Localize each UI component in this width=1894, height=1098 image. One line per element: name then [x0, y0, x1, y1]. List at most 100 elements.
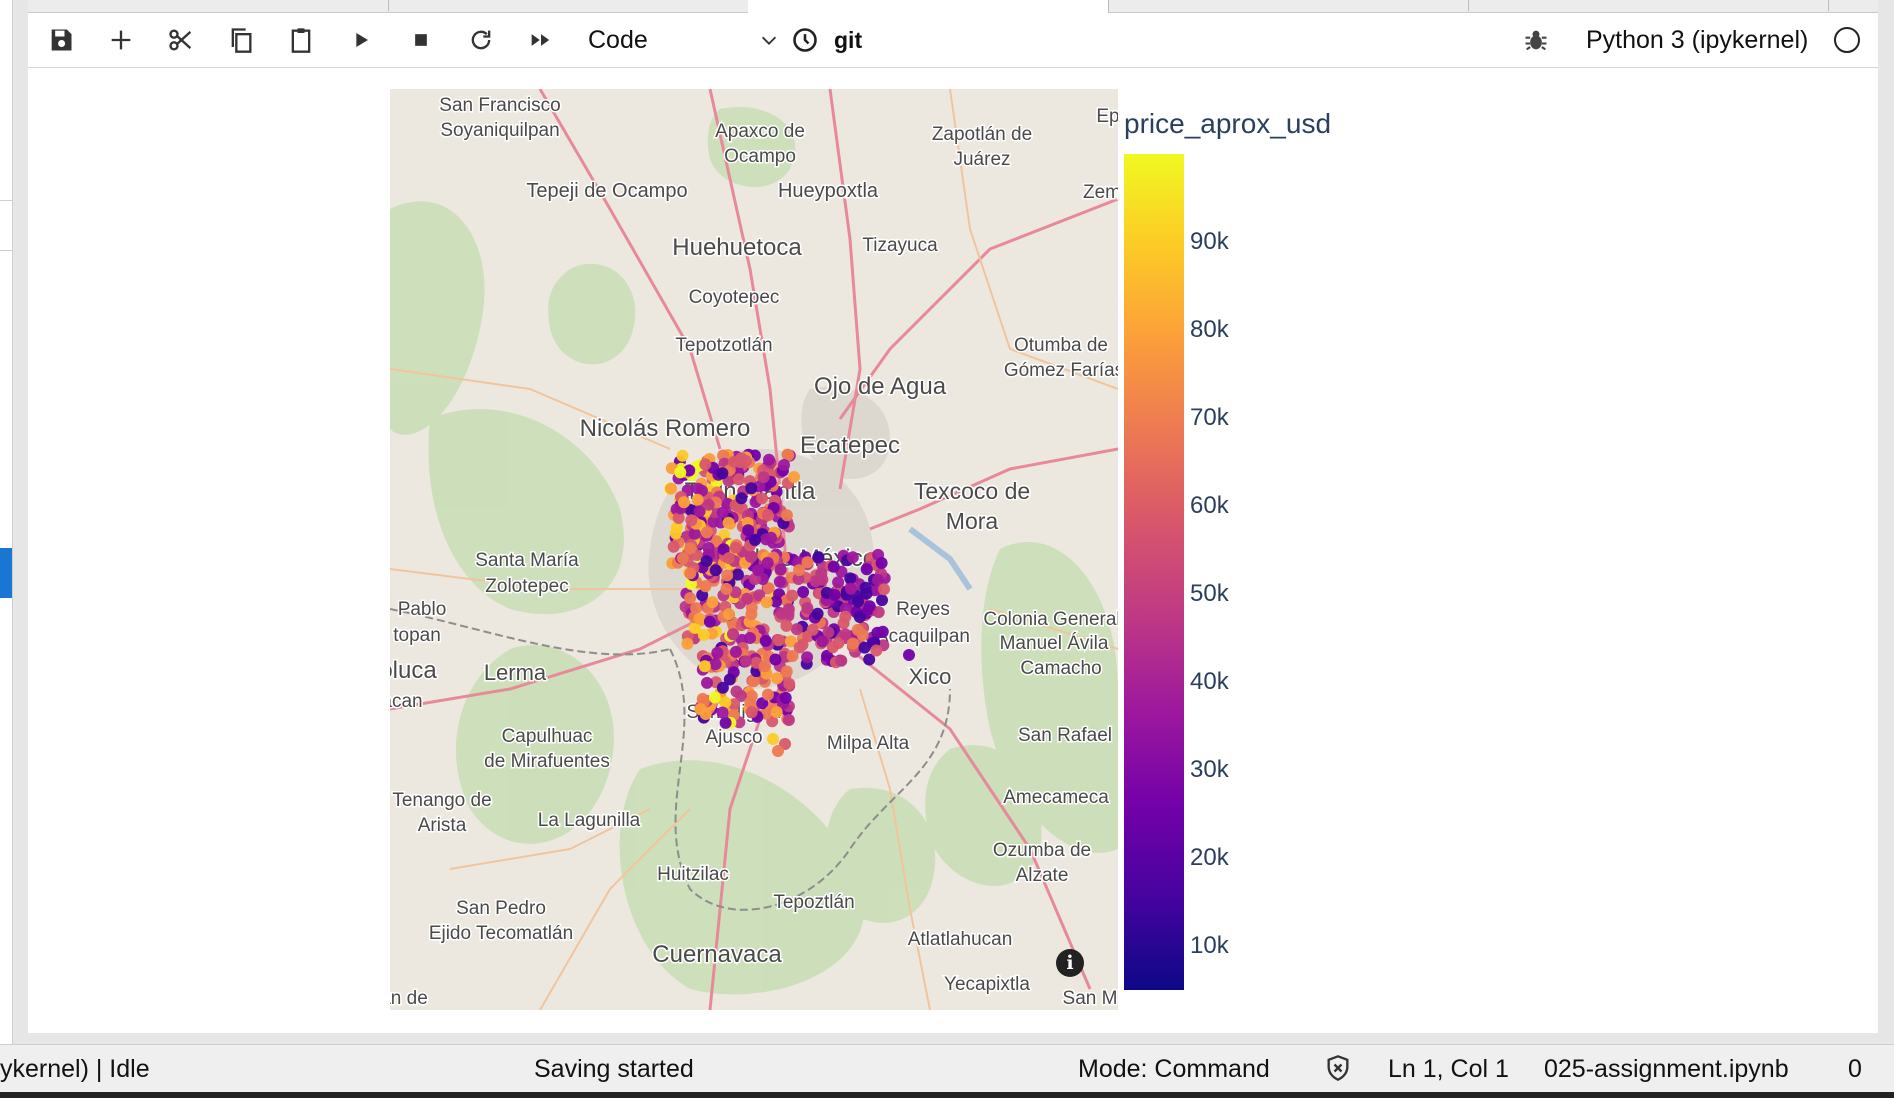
map-place-label: Atlatlahucan — [908, 929, 1013, 950]
status-bar: ykernel) | Idle Saving started Mode: Com… — [0, 1044, 1894, 1093]
copy-button[interactable] — [218, 13, 264, 67]
data-point — [770, 706, 783, 719]
data-point — [778, 459, 790, 471]
map-place-label: Coyotepec — [689, 287, 780, 308]
mode-indicator[interactable]: Mode: Command — [1078, 1055, 1270, 1084]
map-place-label: Huehuetoca — [672, 234, 802, 261]
map-place-label: Hueypoxtla — [778, 180, 879, 202]
map-place-label: Zapotlán de — [932, 124, 1032, 145]
data-point — [716, 706, 729, 719]
map-place-label: Capulhuac — [502, 726, 593, 747]
notebook-tab-active[interactable] — [748, 0, 1109, 13]
map-place-label: Alzate — [1016, 865, 1069, 886]
map-place-label: Texcoco de — [914, 478, 1030, 504]
data-point — [744, 550, 757, 563]
kernel-status-text[interactable]: ykernel) | Idle — [0, 1055, 150, 1084]
info-icon[interactable]: i — [1056, 949, 1084, 977]
colorbar — [1124, 154, 1184, 990]
insert-cell-button[interactable] — [98, 13, 144, 67]
run-button[interactable] — [338, 13, 384, 67]
map-place-label: Zem — [1083, 182, 1118, 203]
colorbar-tick-label: 90k — [1190, 228, 1229, 255]
data-point — [688, 527, 701, 540]
restart-button[interactable] — [458, 13, 504, 67]
colorbar-tick-label: 70k — [1190, 404, 1229, 431]
history-button[interactable] — [782, 13, 828, 67]
cut-button[interactable] — [158, 13, 204, 67]
notification-count[interactable]: 0 — [1848, 1055, 1862, 1084]
play-icon — [356, 33, 368, 47]
data-point — [709, 564, 722, 577]
saving-status: Saving started — [534, 1055, 694, 1083]
map-place-label: Cuernavaca — [652, 941, 782, 968]
data-point — [775, 607, 788, 620]
map-place-label: Reyes — [896, 599, 950, 620]
data-point — [698, 660, 711, 673]
data-point — [773, 634, 785, 647]
map-place-label: Colonia General — [983, 609, 1118, 630]
save-button[interactable] — [38, 13, 84, 67]
data-point — [741, 592, 753, 605]
git-button[interactable]: git — [834, 13, 862, 67]
notebook-tab[interactable] — [388, 0, 749, 11]
data-point — [719, 716, 732, 729]
notebook-tab[interactable] — [28, 0, 389, 11]
plus-icon — [111, 30, 131, 50]
chevron-down-icon — [761, 36, 777, 45]
data-point — [735, 492, 748, 505]
data-point — [684, 542, 697, 555]
cursor-position[interactable]: Ln 1, Col 1 — [1388, 1055, 1509, 1084]
map-place-label: San Francisco — [439, 95, 560, 116]
data-point — [765, 531, 777, 544]
notebook-tab[interactable] — [1108, 0, 1469, 11]
data-point — [759, 660, 771, 673]
map-place-label: Tepotzotlán — [675, 335, 772, 356]
map-place-label: Gómez Farías — [1004, 360, 1118, 381]
data-point — [727, 628, 739, 641]
paste-button[interactable] — [278, 13, 324, 67]
data-point — [721, 569, 734, 582]
map-place-label: Nicolás Romero — [580, 415, 751, 442]
colorbar-tick-label: 40k — [1190, 668, 1229, 695]
interrupt-button[interactable] — [398, 13, 444, 67]
data-point — [722, 552, 735, 565]
data-point — [870, 644, 883, 657]
data-point — [697, 628, 710, 641]
data-point — [863, 600, 876, 613]
data-point — [729, 541, 742, 554]
kernel-name[interactable]: Python 3 (ipykernel) — [1586, 13, 1808, 67]
data-point — [786, 589, 799, 602]
data-point — [801, 651, 814, 664]
notebook-tab[interactable] — [1468, 0, 1829, 11]
trust-icon[interactable] — [1324, 1054, 1352, 1082]
data-point — [839, 610, 852, 623]
map-place-label: Mora — [946, 508, 999, 534]
data-point — [700, 555, 713, 568]
data-point — [709, 658, 722, 671]
data-point — [708, 691, 721, 704]
data-point — [811, 607, 824, 620]
map-place-label: Arista — [418, 815, 467, 836]
data-point — [782, 714, 795, 726]
data-point — [851, 623, 864, 636]
notebook-panel: Code git Python 3 (ipykernel) San Franci… — [28, 0, 1878, 1033]
map-place-label: Pablo — [398, 599, 447, 620]
run-all-button[interactable] — [518, 13, 564, 67]
map-plot[interactable]: San Francisco Soyaniquilpan Apaxco de Ocamp… — [390, 89, 1118, 1010]
sidebar-active-indicator[interactable] — [0, 548, 12, 598]
map-tiles: San Francisco Soyaniquilpan Apaxco de Ocamp… — [390, 89, 1118, 1010]
cell-type-select[interactable]: Code — [588, 13, 788, 67]
map-place-label: Yecapixtla — [944, 974, 1030, 995]
data-point — [780, 509, 793, 522]
sidebar-divider — [0, 200, 12, 201]
data-point — [757, 471, 770, 484]
data-point — [828, 588, 841, 601]
refresh-icon — [471, 30, 491, 50]
data-point — [730, 685, 743, 698]
map-place-label: Tepeji de Ocampo — [526, 180, 687, 202]
data-point — [779, 691, 792, 704]
data-point — [693, 612, 706, 625]
data-point — [767, 733, 779, 745]
map-place-label: Soyaniquilpan — [440, 120, 559, 141]
bug-icon[interactable] — [1522, 26, 1550, 54]
